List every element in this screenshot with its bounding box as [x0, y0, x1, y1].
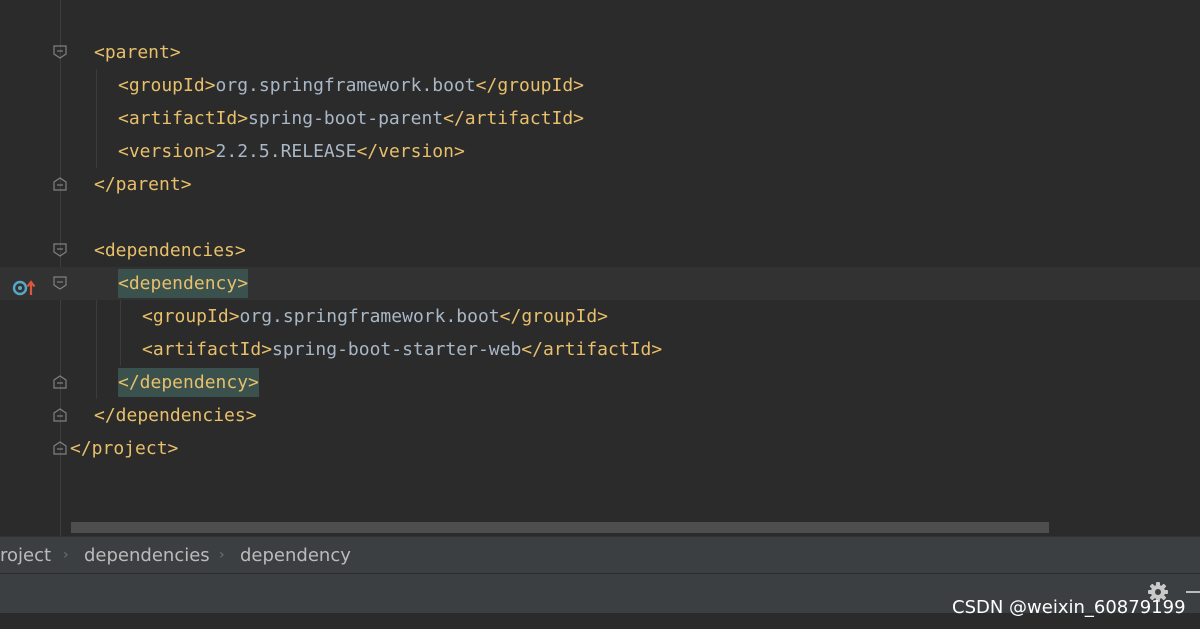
code-line[interactable]: <groupId>org.springframework.boot</group…	[0, 69, 1200, 102]
fold-marker-icon[interactable]	[53, 408, 67, 422]
xml-tag: <dependencies>	[94, 240, 246, 261]
minimize-icon[interactable]	[1186, 591, 1200, 593]
breadcrumb-separator-icon: ›	[219, 547, 225, 563]
code-line[interactable]: </project>	[0, 432, 1200, 465]
code-line[interactable]: <parent>	[0, 36, 1200, 69]
code-line[interactable]: </dependency>	[0, 366, 1200, 399]
xml-tag: <groupId>	[118, 75, 216, 96]
maven-override-up-arrow-icon[interactable]	[12, 275, 38, 296]
code-text: </dependencies>	[94, 399, 257, 432]
xml-tag: </project>	[70, 438, 179, 459]
code-editor[interactable]: <parent> <groupId>org.springframework.boo…	[0, 0, 1200, 536]
xml-tag: <version>	[118, 141, 216, 162]
code-text: <groupId>org.springframework.boot</group…	[118, 69, 584, 102]
xml-tag: </version>	[356, 141, 465, 162]
code-line[interactable]: </parent>	[0, 168, 1200, 201]
xml-value: spring-boot-starter-web	[272, 339, 522, 360]
xml-tag: <dependency>	[118, 269, 249, 298]
code-text: <dependencies>	[94, 234, 246, 267]
fold-marker-icon[interactable]	[53, 276, 67, 290]
code-text: <artifactId>spring-boot-parent</artifact…	[118, 102, 584, 135]
code-text: </parent>	[94, 168, 192, 201]
xml-tag: </dependency>	[118, 368, 259, 397]
xml-value: org.springframework.boot	[215, 75, 476, 96]
code-text: </project>	[70, 432, 178, 465]
code-line[interactable]: <dependencies>	[0, 234, 1200, 267]
code-line[interactable]: <artifactId>spring-boot-parent</artifact…	[0, 102, 1200, 135]
code-text: <artifactId>spring-boot-starter-web</art…	[142, 333, 662, 366]
xml-value: org.springframework.boot	[239, 306, 500, 327]
xml-tag: </groupId>	[499, 306, 609, 327]
fold-marker-icon[interactable]	[53, 375, 67, 389]
code-text: <version>2.2.5.RELEASE</version>	[118, 135, 465, 168]
code-line[interactable]: <dependency>	[0, 267, 1200, 300]
code-text: <dependency>	[118, 267, 249, 300]
xml-tag: <artifactId>	[142, 339, 273, 360]
xml-value: spring-boot-parent	[248, 108, 444, 129]
code-text: <parent>	[94, 36, 181, 69]
code-text: <groupId>org.springframework.boot</group…	[142, 300, 608, 333]
fold-marker-icon[interactable]	[53, 45, 67, 59]
code-line[interactable]: <artifactId>spring-boot-starter-web</art…	[0, 333, 1200, 366]
code-line[interactable]: <groupId>org.springframework.boot</group…	[0, 300, 1200, 333]
xml-tag: <groupId>	[142, 306, 240, 327]
watermark: CSDN @weixin_60879199	[952, 597, 1186, 618]
xml-tag: </parent>	[94, 174, 192, 195]
breadcrumb-item-dependency[interactable]: dependency	[240, 537, 351, 574]
fold-marker-icon[interactable]	[53, 441, 67, 455]
horizontal-scrollbar[interactable]	[71, 522, 1049, 533]
xml-tag: <artifactId>	[118, 108, 249, 129]
breadcrumb-separator-icon: ›	[63, 547, 69, 563]
xml-tag: </dependencies>	[94, 405, 257, 426]
code-text: </dependency>	[118, 366, 259, 399]
fold-marker-icon[interactable]	[53, 243, 67, 257]
breadcrumb-item-project[interactable]: roject	[0, 537, 51, 574]
xml-tag: </artifactId>	[521, 339, 663, 360]
breadcrumb-item-dependencies[interactable]: dependencies	[84, 537, 210, 574]
code-line[interactable]: <version>2.2.5.RELEASE</version>	[0, 135, 1200, 168]
code-line[interactable]: </dependencies>	[0, 399, 1200, 432]
xml-tag: <parent>	[94, 42, 181, 63]
xml-value: 2.2.5.RELEASE	[215, 141, 357, 162]
code-line[interactable]	[0, 201, 1200, 234]
xml-tag: </groupId>	[475, 75, 585, 96]
fold-marker-icon[interactable]	[53, 177, 67, 191]
xml-tag: </artifactId>	[443, 108, 585, 129]
breadcrumb: roject › dependencies › dependency	[0, 536, 1200, 574]
